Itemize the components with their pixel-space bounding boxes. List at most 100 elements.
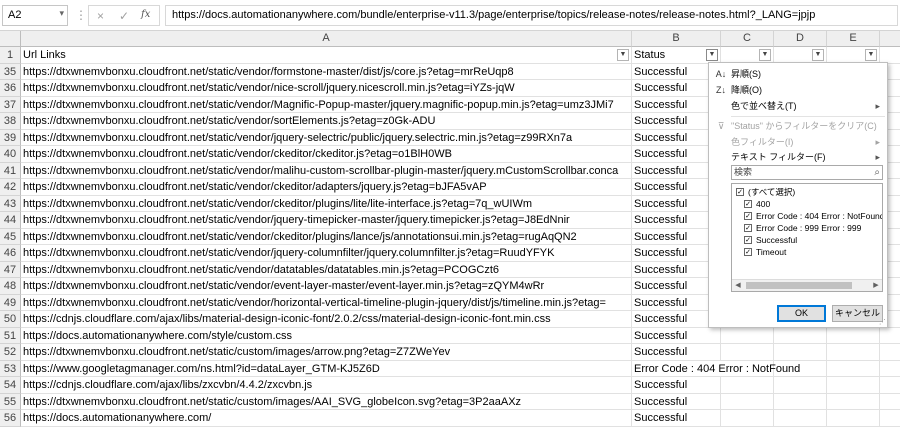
row-header[interactable]: 41: [0, 162, 21, 179]
url-cell[interactable]: https://dtxwnemvbonxu.cloudfront.net/sta…: [21, 294, 632, 311]
horizontal-scrollbar[interactable]: ◀ ▶: [732, 279, 882, 291]
empty-cell-f[interactable]: [880, 377, 900, 394]
row-header[interactable]: 43: [0, 195, 21, 212]
column-header-e[interactable]: E: [827, 31, 880, 47]
row-header[interactable]: 1: [0, 47, 21, 64]
row-header[interactable]: 37: [0, 96, 21, 113]
empty-cell-c[interactable]: [721, 393, 774, 410]
filter-dropdown-b-icon[interactable]: ▼: [706, 49, 718, 61]
url-cell[interactable]: https://dtxwnemvbonxu.cloudfront.net/sta…: [21, 162, 632, 179]
scrollbar-thumb[interactable]: [746, 282, 852, 289]
enter-icon[interactable]: ✓: [119, 9, 129, 23]
checkbox-icon[interactable]: ✓: [744, 248, 752, 256]
filter-search-input[interactable]: 検索 ⌕: [731, 165, 883, 180]
url-cell[interactable]: https://dtxwnemvbonxu.cloudfront.net/sta…: [21, 344, 632, 361]
column-header-b[interactable]: B: [632, 31, 721, 47]
empty-cell-e[interactable]: [827, 393, 880, 410]
checkbox-icon[interactable]: ✓: [744, 224, 752, 232]
chevron-down-icon[interactable]: ▾: [59, 8, 64, 19]
url-cell[interactable]: https://dtxwnemvbonxu.cloudfront.net/sta…: [21, 212, 632, 229]
row-header[interactable]: 55: [0, 393, 21, 410]
status-cell[interactable]: Error Code : 404 Error : NotFound: [632, 360, 800, 377]
row-header[interactable]: 35: [0, 63, 21, 80]
row-header[interactable]: 46: [0, 245, 21, 262]
url-cell[interactable]: https://dtxwnemvbonxu.cloudfront.net/sta…: [21, 63, 632, 80]
url-cell[interactable]: https://dtxwnemvbonxu.cloudfront.net/sta…: [21, 278, 632, 295]
url-cell[interactable]: https://docs.automationanywhere.com/: [21, 410, 632, 427]
url-cell[interactable]: https://dtxwnemvbonxu.cloudfront.net/sta…: [21, 80, 632, 97]
row-header[interactable]: 40: [0, 146, 21, 163]
url-cell[interactable]: https://www.googletagmanager.com/ns.html…: [21, 360, 632, 377]
url-cell[interactable]: https://dtxwnemvbonxu.cloudfront.net/sta…: [21, 96, 632, 113]
row-header[interactable]: 38: [0, 113, 21, 130]
column-header-f[interactable]: [880, 31, 900, 47]
url-cell[interactable]: https://dtxwnemvbonxu.cloudfront.net/sta…: [21, 195, 632, 212]
row-header[interactable]: 47: [0, 261, 21, 278]
cancel-button[interactable]: キャンセル: [832, 305, 883, 322]
empty-cell-d[interactable]: [774, 410, 827, 427]
empty-cell-f[interactable]: [880, 344, 900, 361]
empty-cell-c[interactable]: [721, 377, 774, 394]
filter-dropdown-c-icon[interactable]: ▼: [759, 49, 771, 61]
url-links-header[interactable]: Url Links ▼: [21, 47, 632, 64]
url-cell[interactable]: https://dtxwnemvbonxu.cloudfront.net/sta…: [21, 261, 632, 278]
status-cell[interactable]: Successful: [632, 393, 721, 410]
empty-cell-e[interactable]: [827, 410, 880, 427]
url-cell[interactable]: https://dtxwnemvbonxu.cloudfront.net/sta…: [21, 245, 632, 262]
url-cell[interactable]: https://dtxwnemvbonxu.cloudfront.net/sta…: [21, 146, 632, 163]
empty-cell-c[interactable]: [721, 344, 774, 361]
checkbox-icon[interactable]: ✓: [744, 236, 752, 244]
sort-descending-item[interactable]: Z↓ 降順(O): [709, 82, 887, 98]
column-header-c[interactable]: C: [721, 31, 774, 47]
row-header[interactable]: 48: [0, 278, 21, 295]
filter-list-item[interactable]: ✓ 400: [732, 198, 882, 210]
empty-cell-c[interactable]: [721, 410, 774, 427]
url-cell[interactable]: https://dtxwnemvbonxu.cloudfront.net/sta…: [21, 393, 632, 410]
row-header[interactable]: 42: [0, 179, 21, 196]
empty-cell-e[interactable]: [827, 377, 880, 394]
filter-list-item[interactable]: ✓ Error Code : 999 Error : 999: [732, 222, 882, 234]
url-cell[interactable]: https://docs.automationanywhere.com/styl…: [21, 327, 632, 344]
formula-input[interactable]: https://docs.automationanywhere.com/bund…: [165, 5, 898, 26]
row-header[interactable]: 54: [0, 377, 21, 394]
url-cell[interactable]: https://cdnjs.cloudflare.com/ajax/libs/m…: [21, 311, 632, 328]
text-filter-item[interactable]: テキスト フィルター(F) ▸: [709, 149, 887, 165]
empty-cell-c[interactable]: [721, 327, 774, 344]
sort-ascending-item[interactable]: A↓ 昇順(S): [709, 66, 887, 82]
checkbox-icon[interactable]: ✓: [744, 212, 752, 220]
row-header[interactable]: 44: [0, 212, 21, 229]
filter-dropdown-e-icon[interactable]: ▼: [865, 49, 877, 61]
filter-list-item[interactable]: ✓ Timeout: [732, 246, 882, 258]
empty-cell-d[interactable]: [774, 344, 827, 361]
url-cell[interactable]: https://dtxwnemvbonxu.cloudfront.net/sta…: [21, 228, 632, 245]
empty-cell-e[interactable]: [827, 327, 880, 344]
row-header[interactable]: 53: [0, 360, 21, 377]
filter-list-item[interactable]: ✓ Successful: [732, 234, 882, 246]
sort-by-color-item[interactable]: 色で並べ替え(T) ▸: [709, 98, 887, 114]
status-cell[interactable]: Successful: [632, 327, 721, 344]
status-cell[interactable]: Successful: [632, 344, 721, 361]
row-header[interactable]: 36: [0, 80, 21, 97]
function-icon[interactable]: fx: [141, 9, 150, 20]
row-header[interactable]: 51: [0, 327, 21, 344]
empty-cell-d[interactable]: [774, 393, 827, 410]
filter-value-list[interactable]: ✓ Timeout ✓ Successful ✓ Error Code : 999 Err…: [731, 183, 883, 292]
status-cell[interactable]: Successful: [632, 410, 721, 427]
empty-cell-d[interactable]: [774, 377, 827, 394]
checkbox-icon[interactable]: ✓: [736, 188, 744, 196]
select-all-corner[interactable]: [0, 31, 21, 47]
row-header[interactable]: 45: [0, 228, 21, 245]
resize-grip-icon[interactable]: ⋰: [879, 318, 886, 326]
scroll-left-icon[interactable]: ◀: [732, 280, 744, 291]
url-cell[interactable]: https://cdnjs.cloudflare.com/ajax/libs/z…: [21, 377, 632, 394]
ok-button[interactable]: OK: [777, 305, 826, 322]
url-cell[interactable]: https://dtxwnemvbonxu.cloudfront.net/sta…: [21, 129, 632, 146]
column-header-a[interactable]: A: [21, 31, 632, 47]
drag-handle-icon[interactable]: ⋮: [75, 8, 87, 22]
empty-cell-f[interactable]: [880, 360, 900, 377]
color-filter-item[interactable]: 色フィルター(I) ▸: [709, 134, 887, 150]
status-cell[interactable]: Successful: [632, 377, 721, 394]
filter-dropdown-d-icon[interactable]: ▼: [812, 49, 824, 61]
url-cell[interactable]: https://dtxwnemvbonxu.cloudfront.net/sta…: [21, 113, 632, 130]
row-header[interactable]: 50: [0, 311, 21, 328]
